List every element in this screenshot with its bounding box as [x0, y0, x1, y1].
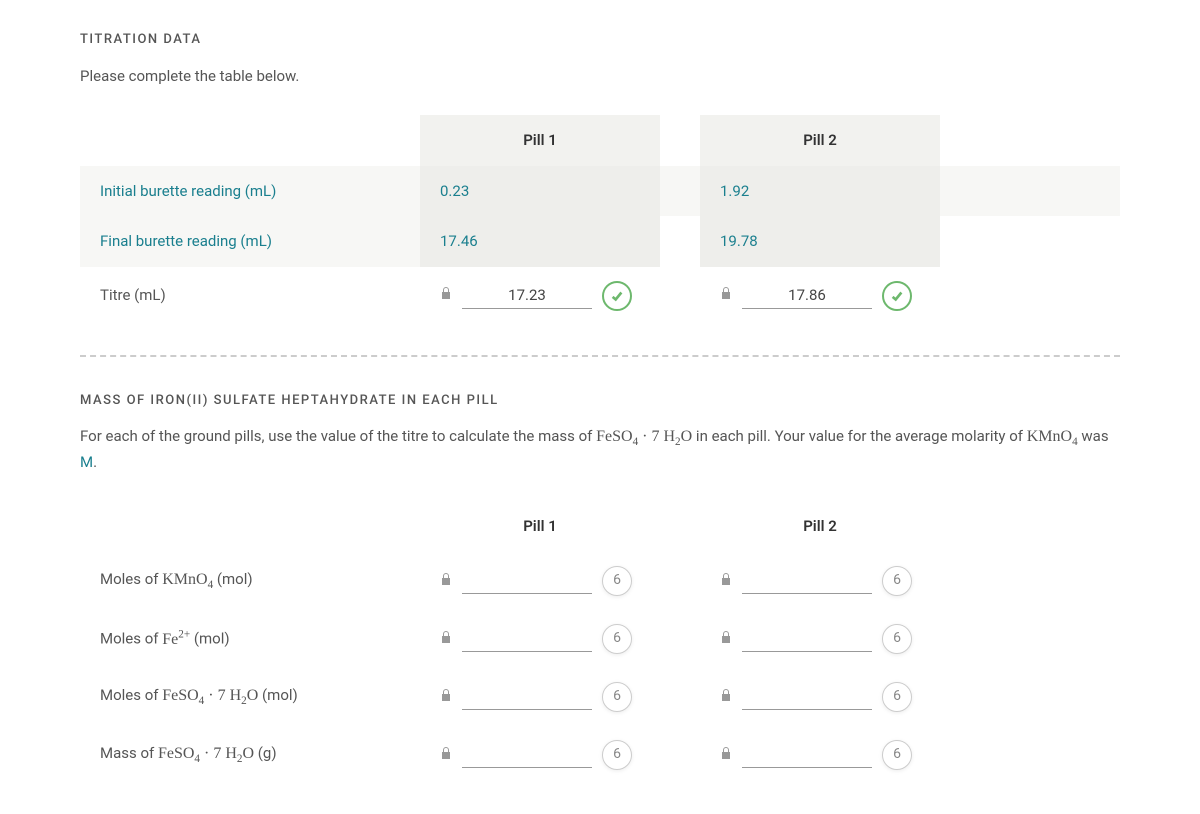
lock-icon [720, 744, 732, 767]
row-label: Moles of KMnO4 (mol) [80, 552, 420, 610]
mass-input[interactable] [462, 625, 592, 652]
cell-value: 17.46 [420, 216, 660, 267]
lock-icon [720, 686, 732, 709]
attempts-remaining: 6 [602, 740, 632, 770]
attempts-remaining: 6 [602, 566, 632, 596]
row-label: Mass of FeSO4 · 7 H2O (g) [80, 726, 420, 784]
lock-icon [440, 744, 452, 767]
row-label: Initial burette reading (mL) [80, 166, 420, 217]
mass-input[interactable] [742, 567, 872, 594]
row-label: Moles of Fe2+ (mol) [80, 610, 420, 668]
lock-icon [720, 284, 732, 307]
titration-instruction: Please complete the table below. [80, 65, 1120, 88]
mass-input[interactable] [742, 741, 872, 768]
cell-value: 0.23 [420, 166, 660, 217]
cell-value: 19.78 [700, 216, 940, 267]
correct-check-icon [602, 281, 632, 311]
row-label: Final burette reading (mL) [80, 216, 420, 267]
cell-value: 1.92 [700, 166, 940, 217]
lock-icon [440, 570, 452, 593]
mass-input[interactable] [462, 741, 592, 768]
attempts-remaining: 6 [602, 682, 632, 712]
row-label: Moles of FeSO4 · 7 H2O (mol) [80, 668, 420, 726]
lock-icon [720, 628, 732, 651]
lock-icon [440, 628, 452, 651]
mass-input[interactable] [742, 683, 872, 710]
mass-heading: MASS OF IRON(II) SULFATE HEPTAHYDRATE IN… [80, 391, 1120, 411]
titre-input[interactable] [462, 282, 592, 309]
lock-icon [440, 284, 452, 307]
lock-icon [720, 570, 732, 593]
molarity-link[interactable]: M [80, 453, 93, 471]
formula-feso4: FeSO4 · 7 H2O [596, 428, 692, 445]
column-header: Pill 2 [700, 115, 940, 166]
attempts-remaining: 6 [882, 682, 912, 712]
mass-input[interactable] [462, 567, 592, 594]
titration-heading: TITRATION DATA [80, 30, 1120, 50]
row-label: Titre (mL) [80, 267, 420, 325]
mass-instruction: For each of the ground pills, use the va… [80, 425, 1120, 473]
section-mass: MASS OF IRON(II) SULFATE HEPTAHYDRATE IN… [80, 391, 1120, 784]
attempts-remaining: 6 [602, 624, 632, 654]
titration-table: Pill 1 Pill 2 Initial burette reading (m… [80, 115, 1120, 325]
formula-kmno4: KMnO4 [1027, 428, 1078, 445]
section-divider [80, 355, 1120, 357]
mass-table: Pill 1 Pill 2 Moles of KMnO4 (mol) 6 6 [80, 501, 1120, 784]
section-titration: TITRATION DATA Please complete the table… [80, 30, 1120, 325]
column-header: Pill 2 [700, 501, 940, 552]
titre-input[interactable] [742, 282, 872, 309]
attempts-remaining: 6 [882, 624, 912, 654]
mass-input[interactable] [742, 625, 872, 652]
attempts-remaining: 6 [882, 740, 912, 770]
mass-input[interactable] [462, 683, 592, 710]
attempts-remaining: 6 [882, 566, 912, 596]
column-header: Pill 1 [420, 115, 660, 166]
lock-icon [440, 686, 452, 709]
correct-check-icon [882, 281, 912, 311]
column-header: Pill 1 [420, 501, 660, 552]
